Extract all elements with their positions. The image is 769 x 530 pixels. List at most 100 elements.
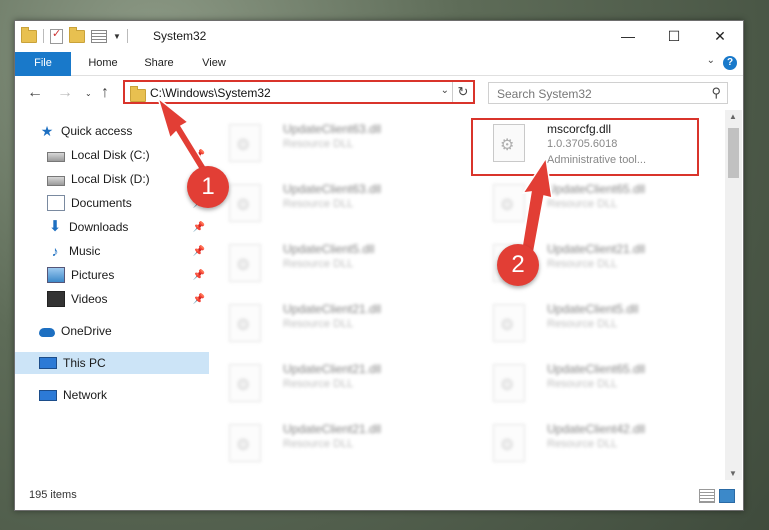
list-item[interactable]: UpdateClient65.dll Resource DLL <box>475 180 703 232</box>
drive-icon <box>47 175 65 186</box>
list-item[interactable]: UpdateClient63.dll Resource DLL <box>211 120 439 172</box>
sidebar-item-label: Local Disk (C:) <box>71 148 150 162</box>
music-icon: ♪ <box>51 243 59 259</box>
list-item[interactable]: UpdateClient21.dll Resource DLL <box>211 360 439 412</box>
list-item[interactable]: UpdateClient42.dll Resource DLL <box>475 420 703 472</box>
tab-share[interactable]: Share <box>133 52 185 75</box>
sidebar-item-network[interactable]: Network <box>15 384 209 406</box>
file-type: Resource DLL <box>547 438 618 450</box>
tab-view[interactable]: View <box>189 52 239 75</box>
sidebar-item-music[interactable]: ♪ Music 📌 <box>15 240 209 262</box>
back-arrow-icon[interactable]: ← <box>27 84 43 102</box>
star-icon: ★ <box>40 123 54 139</box>
pin-icon[interactable]: 📌 <box>193 294 205 305</box>
dll-file-icon <box>229 124 261 162</box>
this-pc-icon <box>39 357 57 369</box>
callout-badge-one: 1 <box>187 166 229 208</box>
file-type: Resource DLL <box>547 378 618 390</box>
callout-badge-two: 2 <box>497 244 539 286</box>
scroll-down-icon[interactable]: ▼ <box>729 469 737 478</box>
toolbar-dropdown-icon[interactable]: ▼ <box>113 32 121 41</box>
file-type: Resource DLL <box>283 378 354 390</box>
help-icon[interactable]: ? <box>723 56 737 70</box>
toolbar-separator <box>43 29 44 43</box>
list-item[interactable]: UpdateClient65.dll Resource DLL <box>475 360 703 412</box>
file-name: UpdateClient65.dll <box>547 362 646 376</box>
title-bar: ▼ System32 — ☐ ✕ <box>15 21 743 52</box>
file-name: UpdateClient63.dll <box>283 182 382 196</box>
file-highlight-box <box>471 118 699 176</box>
address-dropdown-icon[interactable]: ⌄ <box>441 85 449 96</box>
refresh-icon[interactable]: ↻ <box>452 82 473 102</box>
pin-icon[interactable]: 📌 <box>193 246 205 257</box>
file-name: UpdateClient42.dll <box>547 422 646 436</box>
onedrive-icon <box>39 328 55 337</box>
forward-arrow-icon[interactable]: → <box>57 84 73 102</box>
scrollbar-thumb[interactable] <box>728 128 739 178</box>
list-item[interactable]: UpdateClient5.dll Resource DLL <box>475 300 703 352</box>
dll-file-icon <box>493 424 525 462</box>
new-folder-icon[interactable] <box>69 26 85 43</box>
file-type: Resource DLL <box>283 198 354 210</box>
sidebar-item-local-disk-d[interactable]: Local Disk (D:) <box>15 168 209 190</box>
pin-icon[interactable]: 📌 <box>193 270 205 281</box>
search-input[interactable]: Search System32 ⚲ <box>488 82 728 104</box>
properties-check-icon[interactable] <box>50 27 63 44</box>
tab-home[interactable]: Home <box>77 52 129 75</box>
details-view-icon[interactable] <box>699 489 715 503</box>
sidebar-item-this-pc[interactable]: This PC <box>15 352 209 374</box>
search-icon[interactable]: ⚲ <box>711 85 721 101</box>
up-arrow-icon[interactable]: ↑ <box>101 84 109 102</box>
list-item[interactable]: UpdateClient21.dll Resource DLL <box>211 300 439 352</box>
sidebar-item-local-disk-c[interactable]: Local Disk (C:) 📌 <box>15 144 209 166</box>
file-type: Resource DLL <box>283 438 354 450</box>
dll-file-icon <box>493 364 525 402</box>
documents-icon <box>47 195 65 211</box>
address-bar[interactable]: C:\Windows\System32 ⌄ ↻ <box>123 80 475 104</box>
file-type: Resource DLL <box>547 258 618 270</box>
properties-icon[interactable] <box>91 29 107 43</box>
scroll-up-icon[interactable]: ▲ <box>729 112 737 121</box>
list-item[interactable]: UpdateClient63.dll Resource DLL <box>211 180 439 232</box>
expand-ribbon-icon[interactable]: ⌄ <box>707 55 715 66</box>
file-type: Resource DLL <box>283 138 354 150</box>
file-type: Resource DLL <box>547 318 618 330</box>
list-item[interactable]: UpdateClient21.dll Resource DLL <box>211 420 439 472</box>
sidebar-item-label: Local Disk (D:) <box>71 172 150 186</box>
dll-file-icon <box>229 304 261 342</box>
pin-icon[interactable]: 📌 <box>193 222 205 233</box>
close-button[interactable]: ✕ <box>697 21 743 51</box>
dll-file-icon <box>229 244 261 282</box>
status-bar: 195 items <box>15 481 743 509</box>
sidebar-item-quick-access[interactable]: ★ Quick access <box>15 120 209 142</box>
list-item[interactable]: UpdateClient5.dll Resource DLL <box>211 240 439 292</box>
folder-icon[interactable] <box>21 26 37 43</box>
address-path[interactable]: C:\Windows\System32 <box>150 86 271 100</box>
sidebar-item-onedrive[interactable]: OneDrive <box>15 320 209 342</box>
file-name: UpdateClient21.dll <box>283 302 382 316</box>
sidebar-item-videos[interactable]: Videos 📌 <box>15 288 209 310</box>
maximize-button[interactable]: ☐ <box>651 21 697 51</box>
pictures-icon <box>47 267 65 283</box>
file-explorer-window: ▼ System32 — ☐ ✕ File Home Share View ⌄ … <box>14 20 744 511</box>
minimize-button[interactable]: — <box>605 21 651 51</box>
sidebar-item-downloads[interactable]: ⬇ Downloads 📌 <box>15 216 209 238</box>
dll-file-icon <box>493 184 525 222</box>
sidebar-item-documents[interactable]: Documents 📌 <box>15 192 209 214</box>
large-icons-view-icon[interactable] <box>719 489 735 503</box>
sidebar-item-label: Downloads <box>69 220 129 234</box>
vertical-scrollbar[interactable]: ▲ ▼ <box>725 110 742 480</box>
file-name: UpdateClient65.dll <box>547 182 646 196</box>
recent-locations-icon[interactable]: ⌄ <box>85 89 92 98</box>
sidebar-item-label: OneDrive <box>61 324 112 338</box>
file-type: Resource DLL <box>283 258 354 270</box>
item-count: 195 items <box>29 489 77 501</box>
file-name: UpdateClient21.dll <box>283 362 382 376</box>
window-title: System32 <box>153 29 207 43</box>
file-name: UpdateClient63.dll <box>283 122 382 136</box>
sidebar-item-label: This PC <box>63 356 106 370</box>
dll-file-icon <box>229 184 261 222</box>
sidebar-item-pictures[interactable]: Pictures 📌 <box>15 264 209 286</box>
navigation-bar: ← → ⌄ ↑ C:\Windows\System32 ⌄ ↻ Search S… <box>15 76 743 110</box>
pin-icon[interactable]: 📌 <box>193 150 205 161</box>
